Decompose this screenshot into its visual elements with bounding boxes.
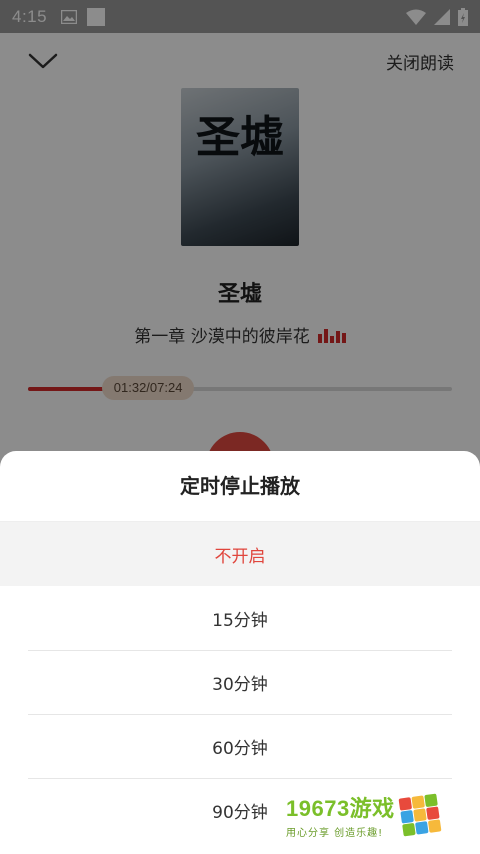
watermark-logo: 19673游戏 用心分享 创造乐趣!: [286, 790, 466, 840]
sheet-title: 定时停止播放: [180, 474, 300, 498]
cube-logo-icon: [398, 793, 442, 837]
watermark-tagline: 用心分享 创造乐趣!: [286, 828, 384, 839]
timer-option[interactable]: 30分钟: [0, 650, 480, 714]
watermark-brand: 19673游戏: [286, 796, 395, 821]
timer-option[interactable]: 60分钟: [0, 714, 480, 778]
timer-option[interactable]: 15分钟: [0, 586, 480, 650]
timer-option[interactable]: 不开启: [0, 522, 480, 586]
